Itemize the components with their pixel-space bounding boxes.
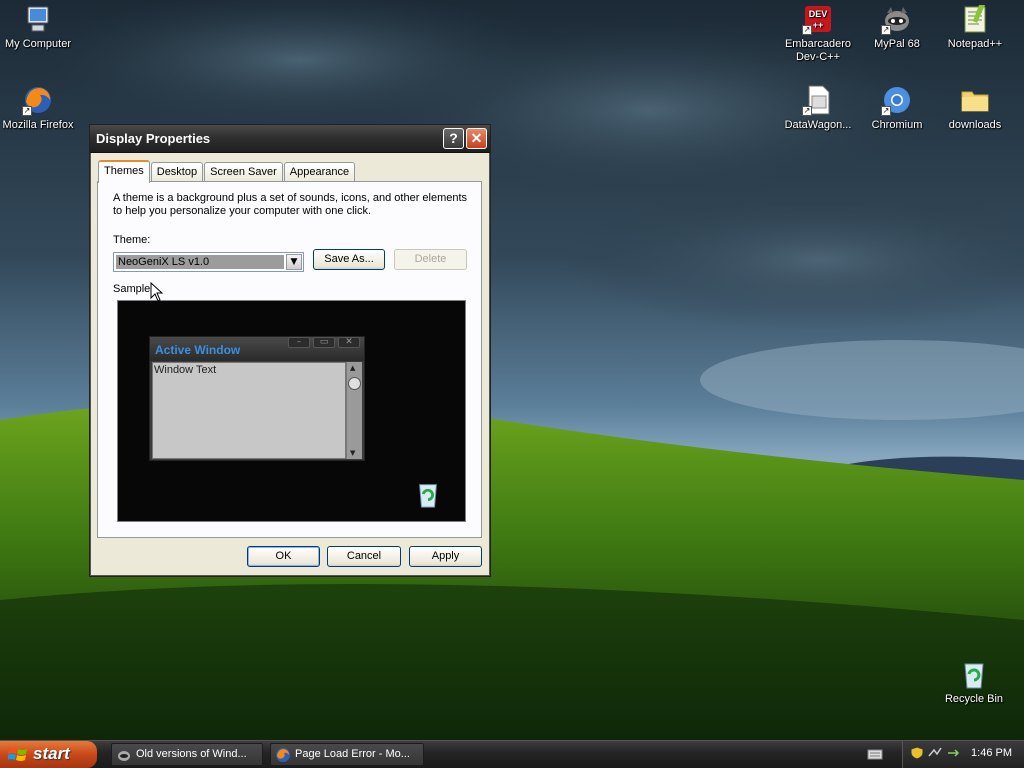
security-shield-icon[interactable] xyxy=(910,746,924,760)
shortcut-arrow-icon: ↗ xyxy=(802,106,812,116)
sample-window-text: Window Text xyxy=(154,364,217,376)
display-properties-dialog: Display Properties ? ✕ Themes Desktop Sc… xyxy=(89,124,491,577)
system-tray: 1:46 PM xyxy=(902,741,1024,768)
scroll-down-icon: ▼ xyxy=(350,449,356,457)
tab-desktop[interactable]: Desktop xyxy=(150,162,204,182)
mypal-icon: ↗ xyxy=(881,3,913,35)
windows-logo-icon xyxy=(8,748,27,761)
folder-icon xyxy=(959,84,991,116)
close-icon: ✕ xyxy=(338,337,360,348)
cancel-button[interactable]: Cancel xyxy=(327,546,401,567)
help-button[interactable]: ? xyxy=(443,128,464,149)
notepadpp-icon xyxy=(959,3,991,35)
chevron-down-icon[interactable]: ▼ xyxy=(286,254,302,270)
keyboard-icon[interactable] xyxy=(867,747,883,761)
desktop-icon-recycle-bin[interactable]: Recycle Bin xyxy=(934,658,1014,706)
delete-button[interactable]: Delete xyxy=(394,249,467,270)
maximize-icon: ▭ xyxy=(313,337,335,348)
firefox-icon xyxy=(276,748,290,762)
svg-text:DEV: DEV xyxy=(809,9,828,19)
scroll-thumb xyxy=(348,377,361,390)
theme-sample-preview: Active Window – ▭ ✕ Window Text ▲ ▼ xyxy=(117,300,466,522)
theme-select[interactable]: NeoGeniX LS v1.0 ▼ xyxy=(113,252,304,272)
close-button[interactable]: ✕ xyxy=(466,128,487,149)
chromium-icon: ↗ xyxy=(881,84,913,116)
network-icon[interactable] xyxy=(928,746,942,760)
datawagon-icon: ↗ xyxy=(802,84,834,116)
desktop-icon-firefox[interactable]: ↗ Mozilla Firefox xyxy=(0,84,78,132)
theme-select-value: NeoGeniX LS v1.0 xyxy=(116,255,284,269)
taskbar: start Old versions of Wind... Page Load … xyxy=(0,740,1024,768)
ok-button[interactable]: OK xyxy=(247,546,320,567)
desktop-icon-chromium[interactable]: ↗ Chromium xyxy=(857,84,937,132)
shortcut-arrow-icon: ↗ xyxy=(802,25,812,35)
themes-tab-panel: A theme is a background plus a set of so… xyxy=(97,181,482,538)
sample-window-buttons: – ▭ ✕ xyxy=(285,337,360,348)
sample-window-title-bar: Active Window – ▭ ✕ xyxy=(150,337,364,361)
taskbar-item-label: Page Load Error - Mo... xyxy=(295,748,410,760)
start-label: start xyxy=(33,744,70,763)
minimize-icon: – xyxy=(288,337,310,348)
firefox-icon: ↗ xyxy=(22,84,54,116)
apply-button[interactable]: Apply xyxy=(409,546,482,567)
scroll-up-icon: ▲ xyxy=(350,364,356,372)
save-as-button[interactable]: Save As... xyxy=(313,249,385,270)
taskbar-item-mypal[interactable]: Old versions of Wind... xyxy=(111,743,263,766)
theme-label: Theme: xyxy=(113,234,151,246)
start-button[interactable]: start xyxy=(0,741,97,768)
shortcut-arrow-icon: ↗ xyxy=(22,106,32,116)
shortcut-arrow-icon: ↗ xyxy=(881,106,891,116)
desktop-icon-devcpp[interactable]: DEV ++ ↗ Embarcadero Dev-C++ xyxy=(778,3,858,64)
sample-window-title: Active Window xyxy=(155,343,241,357)
desktop-icon-datawagon[interactable]: ↗ DataWagon... xyxy=(778,84,858,132)
dialog-title: Display Properties xyxy=(96,131,211,146)
sample-window-body: Window Text xyxy=(152,362,346,459)
tab-strip: Themes Desktop Screen Saver Appearance xyxy=(98,160,356,183)
mouse-cursor-icon xyxy=(150,282,164,302)
tab-appearance[interactable]: Appearance xyxy=(283,162,356,182)
desktop-icon-my-computer[interactable]: My Computer xyxy=(0,3,78,51)
sample-active-window: Active Window – ▭ ✕ Window Text ▲ ▼ xyxy=(149,336,365,461)
svg-text:++: ++ xyxy=(813,20,824,30)
safely-remove-hardware-icon[interactable] xyxy=(946,746,960,760)
desktop-icon-downloads[interactable]: downloads xyxy=(935,84,1015,132)
taskbar-item-label: Old versions of Wind... xyxy=(136,748,247,760)
tab-screen-saver[interactable]: Screen Saver xyxy=(204,162,283,182)
dialog-title-bar[interactable]: Display Properties ? ✕ xyxy=(90,125,490,153)
desktop-icon-mypal[interactable]: ↗ MyPal 68 xyxy=(857,3,937,51)
clock[interactable]: 1:46 PM xyxy=(971,747,1012,759)
tab-themes[interactable]: Themes xyxy=(98,160,150,183)
recycle-bin-icon xyxy=(958,658,990,690)
sample-scrollbar: ▲ ▼ xyxy=(346,362,362,459)
themes-description: A theme is a background plus a set of so… xyxy=(113,192,468,217)
my-computer-icon xyxy=(22,3,54,35)
sample-label: Sample: xyxy=(113,283,154,295)
mypal-icon xyxy=(118,751,130,761)
taskbar-item-firefox[interactable]: Page Load Error - Mo... xyxy=(270,743,424,766)
devcpp-icon: DEV ++ ↗ xyxy=(802,3,834,35)
desktop-icon-notepadpp[interactable]: Notepad++ xyxy=(935,3,1015,51)
shortcut-arrow-icon: ↗ xyxy=(881,25,891,35)
sample-recycle-bin-icon xyxy=(413,479,443,509)
